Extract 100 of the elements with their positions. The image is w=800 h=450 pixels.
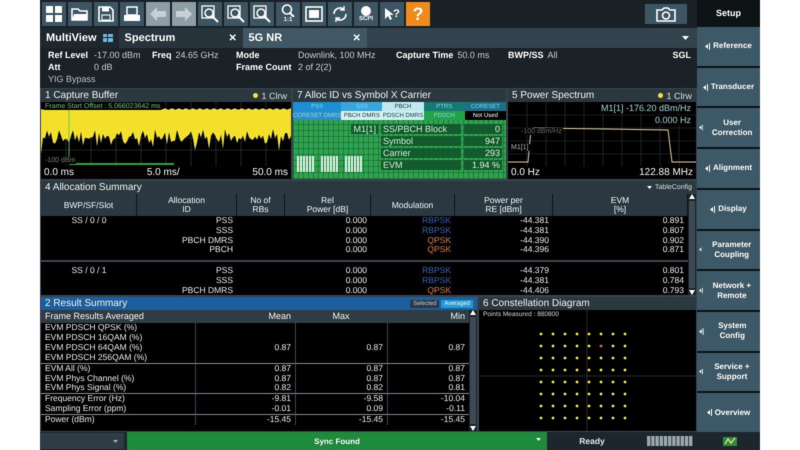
softkey-arrow-icon [699,124,704,132]
softkey[interactable]: User Correction [697,108,760,148]
dot-icon [361,6,371,16]
sweep-mode-label: SGL [672,50,691,62]
table-cell-text: RBPSK [421,266,452,276]
softkey[interactable]: Alignment [697,149,760,188]
readout-label: SS/PBCH Block [381,124,461,134]
softkey[interactable]: Service + Support [697,352,760,392]
toolbar-button[interactable] [328,2,352,26]
table-cell: 0.87 [274,342,291,352]
table-cell-text: PBCH DMRS [180,286,234,296]
screenshot-button[interactable] [645,4,687,24]
setting-value: 24.65 GHz [176,50,219,60]
close-icon[interactable]: ✕ [228,32,237,44]
table-cell-text: RBPSK [421,216,452,226]
table-cell-text: 0.000 [344,286,368,296]
softkey[interactable]: Parameter Coupling [697,230,760,270]
caret-icon[interactable] [647,186,652,189]
trace-label: 1 Clrw [261,90,287,100]
softkey[interactable]: Network + Remote [697,271,760,310]
frame-icon [305,6,323,22]
panel-title: 1 Capture Buffer [45,90,118,101]
softkey-arrow-icon [710,206,716,213]
tab[interactable]: MultiView [40,28,119,48]
softkey-arrow-icon [699,368,703,376]
scrollbar[interactable] [469,310,477,431]
table-cell-text: 0.000 [344,276,368,286]
row-label: EVM PDSCH QPSK (%) [44,323,138,333]
caret-icon[interactable] [682,36,689,40]
readout-value: 947 [464,136,502,146]
setting-value: -17.00 dBm [94,50,141,60]
table-cell-text: 0.891 [662,216,685,226]
status-indicator-icon [723,436,737,446]
column-header: Frame Results Averaged [41,310,195,323]
table-cell-text: QPSK [426,236,452,246]
column-header: Max [295,310,387,323]
table-cell-text: RBPSK [421,226,452,236]
table-cell-text: PBCH DMRS [180,236,234,246]
softkey[interactable]: Reference [697,27,760,66]
readout-value: 1.94 % [464,160,502,170]
table-cell-text: -44.379 [519,266,550,276]
trace-label: 1 Clrw [666,90,692,100]
panel-title: 7 Alloc ID vs Symbol X Carrier [297,90,431,101]
close-icon[interactable]: ✕ [352,32,361,44]
row-label: EVM PDSCH 64QAM (%) [44,342,144,353]
tab[interactable]: Spectrum ✕ [118,28,243,48]
table-cell: 0.87 [274,372,291,383]
table-cell-text: RBPSK [421,276,452,286]
table-cell: -0.01 [272,403,291,414]
axis-label: 0.0 ms [44,167,74,178]
softkey-arrow-icon [699,246,702,254]
toolbar-button[interactable] [42,2,66,26]
table-cell: -9.81 [272,393,291,404]
softkey[interactable]: Display [697,190,760,229]
setting-label: Mode [236,50,260,60]
toolbar-button[interactable]: ? [380,2,404,26]
table-cell-text: 0.793 [662,286,685,296]
softkey[interactable]: Transducer [697,68,760,106]
table-cell-text: SSS [214,276,234,286]
table-cell-text: 0.000 [344,216,368,226]
magnifier-icon [281,4,295,17]
tab[interactable]: 5G NR ✕ [242,28,367,48]
axis-label: 122.88 MHz [639,167,693,178]
table-cell-text: 0.871 [662,245,685,256]
table-cell-text: QPSK [426,286,452,296]
toolbar-button[interactable] [94,2,118,26]
toolbar-button[interactable] [302,2,326,26]
toolbar-button[interactable] [198,2,222,26]
table-cell: 0.82 [366,382,383,392]
softkey-arrow-icon [704,164,710,172]
dropdown-field[interactable] [40,433,124,449]
column-header: No of RBs [237,194,285,216]
arrow-left-icon [150,7,166,21]
grid-icon [102,34,113,42]
toolbar-button[interactable] [68,2,92,26]
table-cell: 0.87 [448,342,465,352]
column-header: Allocation ID [137,194,237,216]
table-cell-text: 0.000 [344,236,368,246]
table-cell: 0.87 [366,372,383,383]
toolbar-button[interactable] [120,2,144,26]
readout-label: EVM [381,160,461,170]
axis-label: 50.0 ms [252,167,288,178]
setting-label: Frame Count [236,62,293,72]
folder-icon [71,7,89,21]
scrollbar[interactable] [688,194,696,295]
table-cell: SS / 0 / 0 [72,215,106,225]
arrow-right-icon [176,7,192,21]
marker-readout: M1[1] -176.20 dBm/Hz [600,103,692,113]
setting-value: Downlink, 100 MHz [298,50,376,60]
readout-value: 0 [464,124,502,134]
softkey[interactable]: Overview [697,393,760,432]
table-cell: 0.87 [274,362,291,373]
table-cell: -15.45 [440,414,465,424]
toolbar-button[interactable] [250,2,274,26]
table-cell-text: 0.784 [662,276,685,286]
setting-label: BWP/SS [508,50,544,60]
table-cell-text: QPSK [426,245,452,256]
toolbar-button[interactable] [224,2,248,26]
softkey[interactable]: System Config [697,312,760,351]
table-cell: -15.45 [266,414,291,424]
